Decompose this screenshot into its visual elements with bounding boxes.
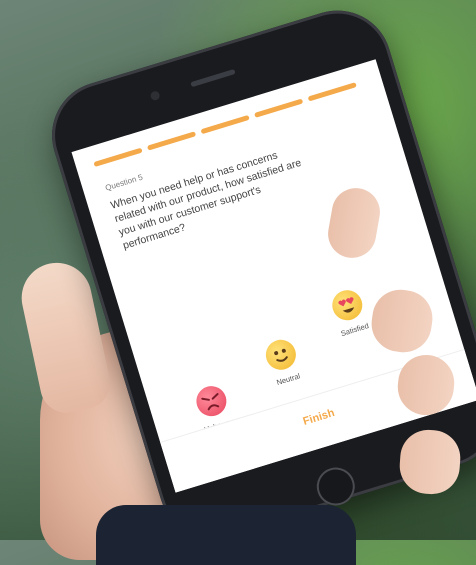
option-label: Satisfied: [339, 321, 370, 339]
progress-segment: [307, 82, 357, 102]
option-neutral[interactable]: Neutral: [262, 336, 304, 388]
progress-segment: [200, 114, 250, 135]
home-button[interactable]: [312, 462, 360, 511]
progress-bar: [93, 82, 357, 167]
finger: [397, 427, 463, 497]
sleeve: [96, 505, 356, 565]
option-satisfied[interactable]: Satisfied: [328, 286, 371, 339]
front-camera: [149, 90, 161, 102]
option-label: Neutral: [275, 371, 302, 388]
earpiece-speaker: [190, 68, 236, 88]
progress-segment: [93, 147, 143, 167]
progress-segment: [146, 131, 197, 151]
smiling-face-icon: [262, 336, 300, 374]
heart-eyes-face-icon: [328, 286, 367, 324]
progress-segment: [254, 98, 304, 118]
question-text: When you need help or has concerns relat…: [109, 149, 303, 252]
angry-face-icon: [192, 382, 231, 420]
